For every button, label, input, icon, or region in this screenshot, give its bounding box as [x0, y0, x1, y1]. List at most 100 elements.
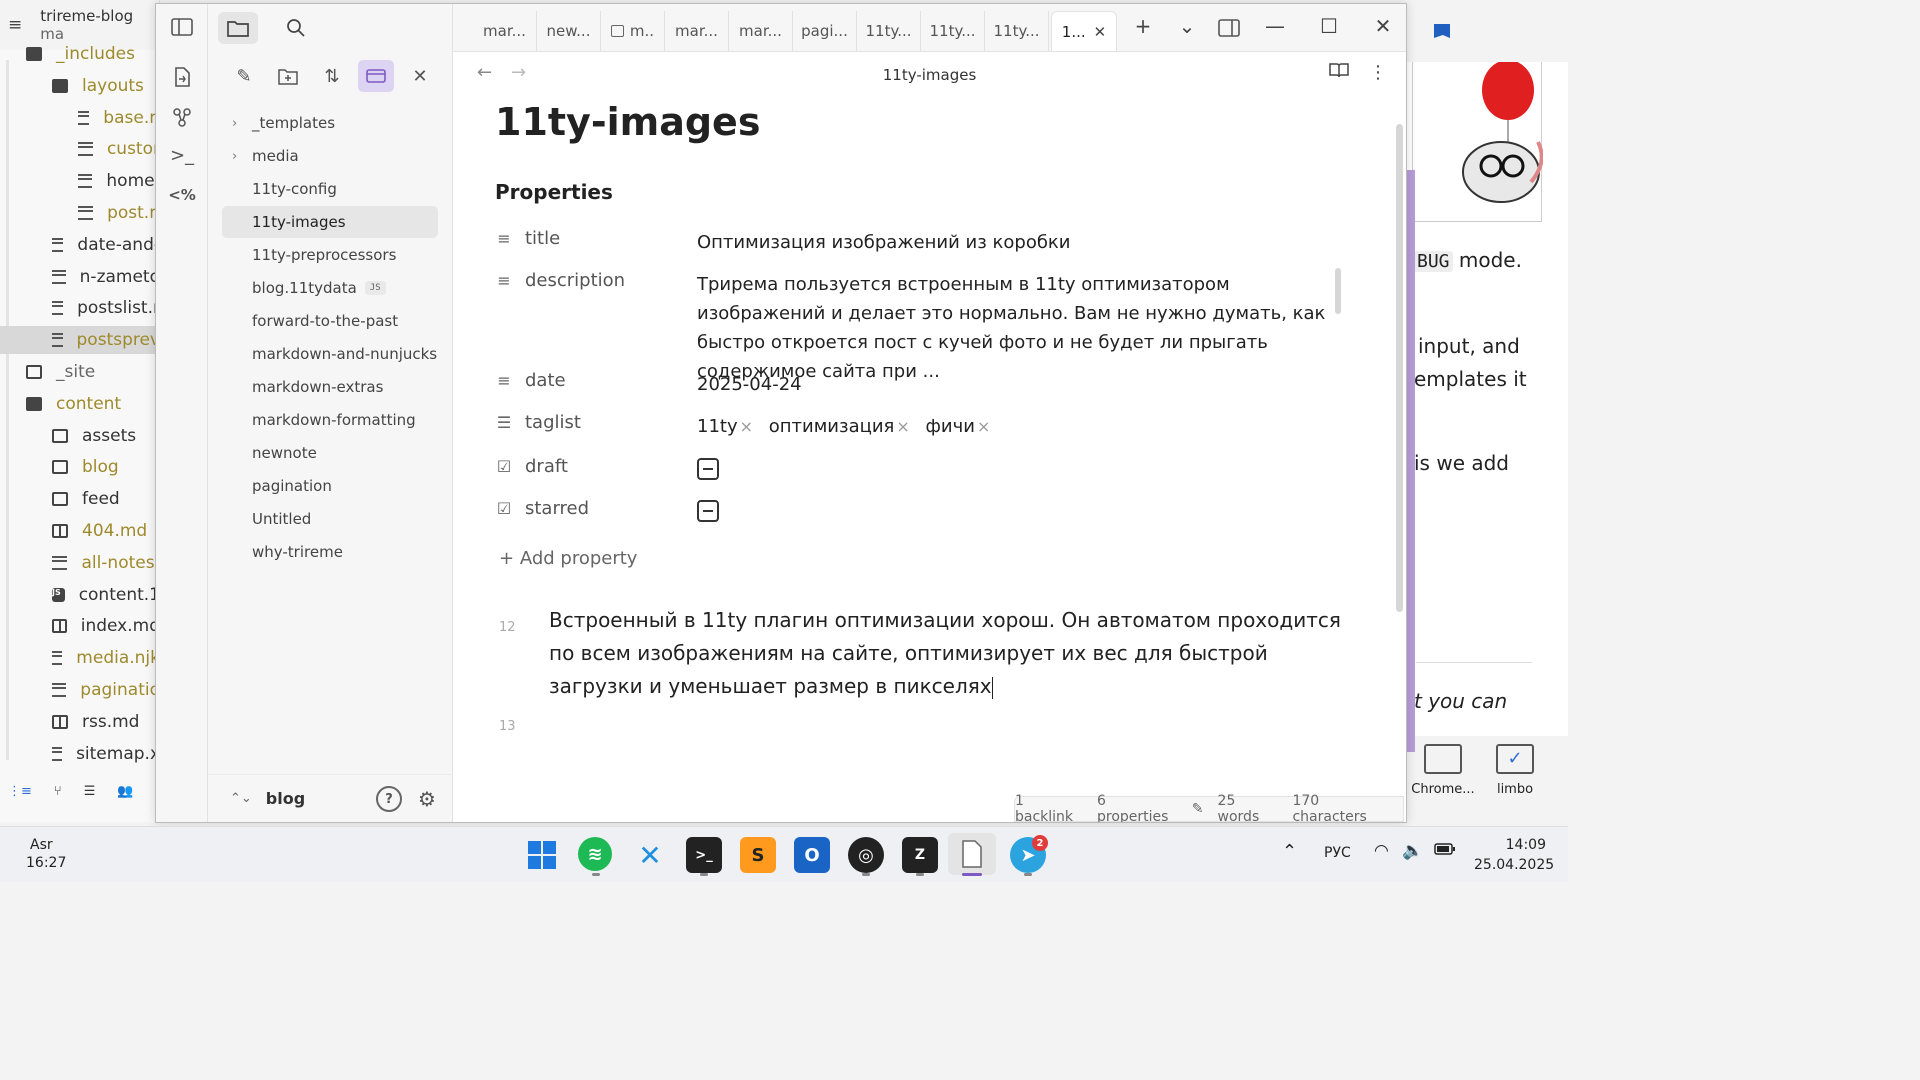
- background-tree-item[interactable]: date-and-: [0, 231, 159, 259]
- property-draft[interactable]: ☑ draft: [495, 456, 1335, 486]
- folder-item[interactable]: › media: [222, 140, 438, 172]
- page-title[interactable]: 11ty-images: [495, 100, 760, 144]
- property-key[interactable]: ≡ description: [495, 270, 625, 291]
- editor-scrollbar[interactable]: [1396, 124, 1403, 612]
- property-taglist[interactable]: ☰ taglist 11ty × оптимизация × фичи ×: [495, 412, 1335, 442]
- file-item[interactable]: newnote: [222, 437, 438, 469]
- wifi-icon[interactable]: ◠: [1374, 841, 1389, 861]
- source-control-icon[interactable]: ⑂: [54, 784, 62, 799]
- outline-icon[interactable]: ☰: [84, 784, 96, 799]
- tab[interactable]: mar...: [473, 11, 537, 51]
- property-title[interactable]: ≡ title Оптимизация изображений из коробк…: [495, 228, 1335, 258]
- tab[interactable]: 11ty...: [921, 11, 985, 51]
- vault-switcher[interactable]: ⌃⌄ blog ? ⚙: [208, 774, 453, 822]
- background-tree-item[interactable]: base.n: [0, 104, 159, 132]
- minimize-icon[interactable]: —: [1259, 14, 1291, 38]
- file-item[interactable]: Untitled: [222, 503, 438, 535]
- limbo-shortcut[interactable]: ✓ limbo: [1480, 744, 1550, 797]
- property-date[interactable]: ≡ date 2025-04-24: [495, 370, 1335, 400]
- new-folder-icon[interactable]: [270, 60, 306, 92]
- language-indicator[interactable]: РУС: [1324, 845, 1351, 861]
- add-property-button[interactable]: + Add property: [499, 548, 637, 569]
- starred-checkbox[interactable]: [697, 500, 719, 522]
- tab[interactable]: mar...: [729, 11, 793, 51]
- background-tree-item[interactable]: index.md: [0, 612, 159, 640]
- file-item[interactable]: blog.11tydata JS: [222, 272, 438, 304]
- tray-overflow-icon[interactable]: ⌃: [1282, 841, 1297, 862]
- maximize-icon[interactable]: ☐: [1313, 14, 1345, 38]
- background-tree-item[interactable]: paginatio: [0, 676, 159, 704]
- auto-reveal-icon[interactable]: [358, 60, 394, 92]
- outlook-icon[interactable]: O: [794, 837, 830, 873]
- tab[interactable]: new...: [537, 11, 601, 51]
- new-note-icon[interactable]: ✎: [226, 60, 262, 92]
- sublime-icon[interactable]: S: [740, 837, 776, 873]
- file-item[interactable]: markdown-formatting: [222, 404, 438, 436]
- backlink-count[interactable]: 1 backlink: [1015, 793, 1083, 822]
- background-tree-item[interactable]: postslist.r: [0, 294, 159, 322]
- background-tree-item[interactable]: content: [0, 390, 159, 418]
- tag-pill[interactable]: оптимизация ×: [769, 412, 910, 441]
- edit-mode-icon[interactable]: ✎: [1192, 801, 1204, 817]
- property-starred[interactable]: ☑ starred: [495, 498, 1335, 528]
- background-tree-item[interactable]: home.: [0, 167, 159, 195]
- tab-active[interactable]: 1... ✕: [1051, 11, 1117, 51]
- background-tree-item[interactable]: _includes: [0, 40, 159, 68]
- file-swap-icon[interactable]: [166, 62, 198, 92]
- background-tree-item[interactable]: assets: [0, 422, 159, 450]
- property-key[interactable]: ≡ title: [495, 228, 560, 249]
- chevron-right-icon[interactable]: ›: [232, 116, 237, 131]
- tab[interactable]: 11ty...: [857, 11, 921, 51]
- remove-tag-icon[interactable]: ×: [740, 417, 753, 436]
- property-value[interactable]: 2025-04-24: [697, 370, 1327, 399]
- tab[interactable]: mar...: [665, 11, 729, 51]
- spotify-icon[interactable]: ≋: [578, 837, 612, 871]
- property-description[interactable]: ≡ description Трирема пользуется встроенн…: [495, 270, 1335, 382]
- remove-tag-icon[interactable]: ×: [977, 417, 990, 436]
- battery-icon[interactable]: [1434, 843, 1456, 859]
- terminal-icon[interactable]: >_: [166, 140, 198, 170]
- collapse-all-icon[interactable]: ✕: [402, 60, 438, 92]
- file-item[interactable]: why-trireme: [222, 536, 438, 568]
- background-tree-item[interactable]: 404.md: [0, 517, 159, 545]
- note-body-paragraph[interactable]: Встроенный в 11ty плагин оптимизации хор…: [549, 604, 1349, 703]
- explorer-icon[interactable]: ⋮≡: [8, 784, 32, 799]
- background-tree-item[interactable]: layouts: [0, 72, 159, 100]
- background-tree-item[interactable]: feed: [0, 485, 159, 513]
- background-tree-item[interactable]: n-zameto: [0, 263, 159, 291]
- tab[interactable]: m..: [601, 11, 665, 51]
- right-sidebar-toggle-icon[interactable]: [1213, 18, 1245, 42]
- background-tree-item[interactable]: rss.md: [0, 708, 159, 736]
- property-key[interactable]: ☰ taglist: [495, 412, 581, 433]
- file-item[interactable]: forward-to-the-past: [222, 305, 438, 337]
- file-item[interactable]: markdown-extras: [222, 371, 438, 403]
- hamburger-menu-icon[interactable]: ≡: [8, 15, 22, 35]
- terminal-app-icon[interactable]: >_: [686, 837, 722, 873]
- file-item[interactable]: 11ty-images: [222, 206, 438, 238]
- folder-item[interactable]: › _templates: [222, 107, 438, 139]
- obsidian-taskbar-icon[interactable]: [948, 833, 996, 875]
- background-tree-item[interactable]: blog: [0, 453, 159, 481]
- reading-mode-icon[interactable]: [1329, 62, 1349, 83]
- background-tree-item[interactable]: all-notes.: [0, 549, 159, 577]
- background-tree-item[interactable]: post.n: [0, 199, 159, 227]
- template-icon[interactable]: <%: [166, 180, 198, 210]
- chevron-right-icon[interactable]: ›: [232, 149, 237, 164]
- properties-heading[interactable]: Properties: [495, 180, 613, 204]
- file-item[interactable]: 11ty-preprocessors: [222, 239, 438, 271]
- folder-icon[interactable]: [218, 12, 258, 44]
- graph-icon[interactable]: [166, 102, 198, 132]
- background-tree-item[interactable]: sitemap.x: [0, 740, 159, 768]
- sidebar-toggle-icon[interactable]: [166, 12, 198, 42]
- close-tab-icon[interactable]: ✕: [1094, 23, 1107, 41]
- property-key[interactable]: ≡ date: [495, 370, 565, 391]
- file-item[interactable]: markdown-and-nunjucks: [222, 338, 438, 370]
- tag-pill[interactable]: фичи ×: [926, 412, 991, 441]
- background-tree-item[interactable]: JS content.1: [0, 581, 159, 609]
- sort-icon[interactable]: ⇅: [314, 60, 350, 92]
- more-options-icon[interactable]: ⋮: [1369, 62, 1387, 83]
- background-tree-item[interactable]: custor: [0, 135, 159, 163]
- tab[interactable]: pagi...: [793, 11, 857, 51]
- windows-start-icon[interactable]: [524, 837, 560, 873]
- tab[interactable]: 11ty...: [985, 11, 1049, 51]
